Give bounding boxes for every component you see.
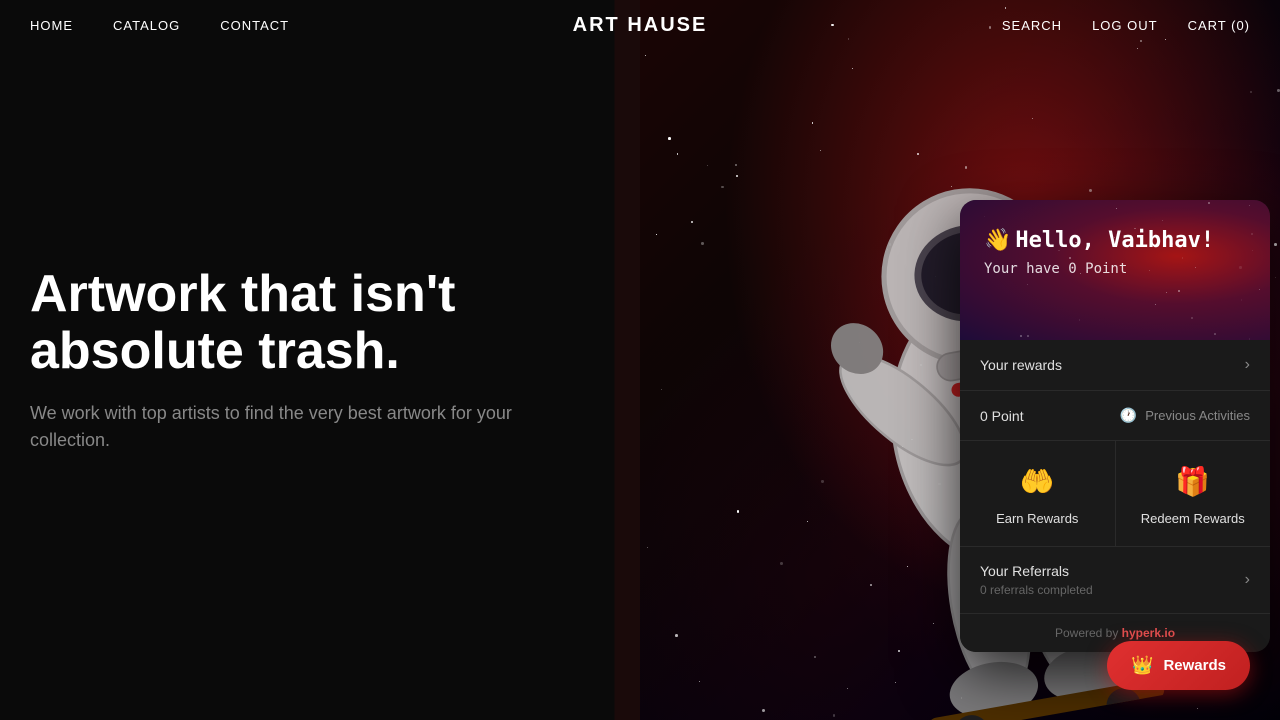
nav-contact[interactable]: CONTACT [220, 18, 289, 33]
redeem-rewards-label: Redeem Rewards [1141, 511, 1245, 526]
previous-activities-label: Previous Activities [1145, 408, 1250, 423]
rewards-button-icon: 👑 [1131, 655, 1153, 676]
your-rewards-label: Your rewards [980, 357, 1062, 373]
redeem-rewards-card[interactable]: 🎁 Redeem Rewards [1116, 441, 1271, 546]
nav-cart[interactable]: CART (0) [1188, 18, 1250, 33]
nav-catalog[interactable]: CATALOG [113, 18, 180, 33]
earn-rewards-card[interactable]: 🤲 Earn Rewards [960, 441, 1115, 546]
rewards-panel-body: Your rewards › 0 Point 🕐 Previous Activi… [960, 340, 1270, 652]
rewards-action-cards: 🤲 Earn Rewards 🎁 Redeem Rewards [960, 441, 1270, 547]
rewards-floating-button[interactable]: 👑 Rewards [1107, 641, 1250, 690]
referrals-subtitle: 0 referrals completed [980, 583, 1093, 597]
referrals-title: Your Referrals [980, 563, 1093, 579]
rewards-points-display: Your have 0 Point [984, 261, 1246, 277]
brand-logo: ART HAUSE [573, 14, 708, 36]
hyperk-link[interactable]: hyperk.io [1122, 626, 1175, 640]
referrals-content: Your Referrals 0 referrals completed [980, 563, 1093, 597]
navbar: HOME CATALOG CONTACT ART HAUSE SEARCH LO… [0, 0, 1280, 50]
rewards-button-label: Rewards [1163, 657, 1226, 674]
hero-title: Artwork that isn't absolute trash. [30, 266, 550, 380]
your-rewards-row[interactable]: Your rewards › [960, 340, 1270, 391]
hero-subtitle: We work with top artists to find the ver… [30, 400, 550, 454]
referrals-row[interactable]: Your Referrals 0 referrals completed › [960, 547, 1270, 614]
points-row[interactable]: 0 Point 🕐 Previous Activities [960, 391, 1270, 441]
redeem-rewards-icon: 🎁 [1173, 461, 1213, 501]
earn-rewards-label: Earn Rewards [996, 511, 1078, 526]
hero-text-area: Artwork that isn't absolute trash. We wo… [30, 266, 550, 454]
nav-home[interactable]: HOME [30, 18, 73, 33]
points-value-label: 0 Point [980, 408, 1024, 424]
rewards-panel: 👋Hello, Vaibhav! Your have 0 Point Your … [960, 200, 1270, 652]
wave-icon: 👋 [984, 228, 1011, 253]
rewards-greeting: 👋Hello, Vaibhav! [984, 228, 1246, 253]
nav-search[interactable]: SEARCH [1002, 18, 1062, 33]
earn-rewards-icon: 🤲 [1017, 461, 1057, 501]
nav-logout[interactable]: LOG OUT [1092, 18, 1158, 33]
rewards-panel-header: 👋Hello, Vaibhav! Your have 0 Point [960, 200, 1270, 340]
previous-activities-area: 🕐 Previous Activities [1120, 407, 1250, 424]
powered-by-text: Powered by [1055, 626, 1122, 640]
history-icon: 🕐 [1120, 407, 1137, 424]
referrals-chevron-icon: › [1245, 571, 1250, 589]
chevron-right-icon: › [1245, 356, 1250, 374]
